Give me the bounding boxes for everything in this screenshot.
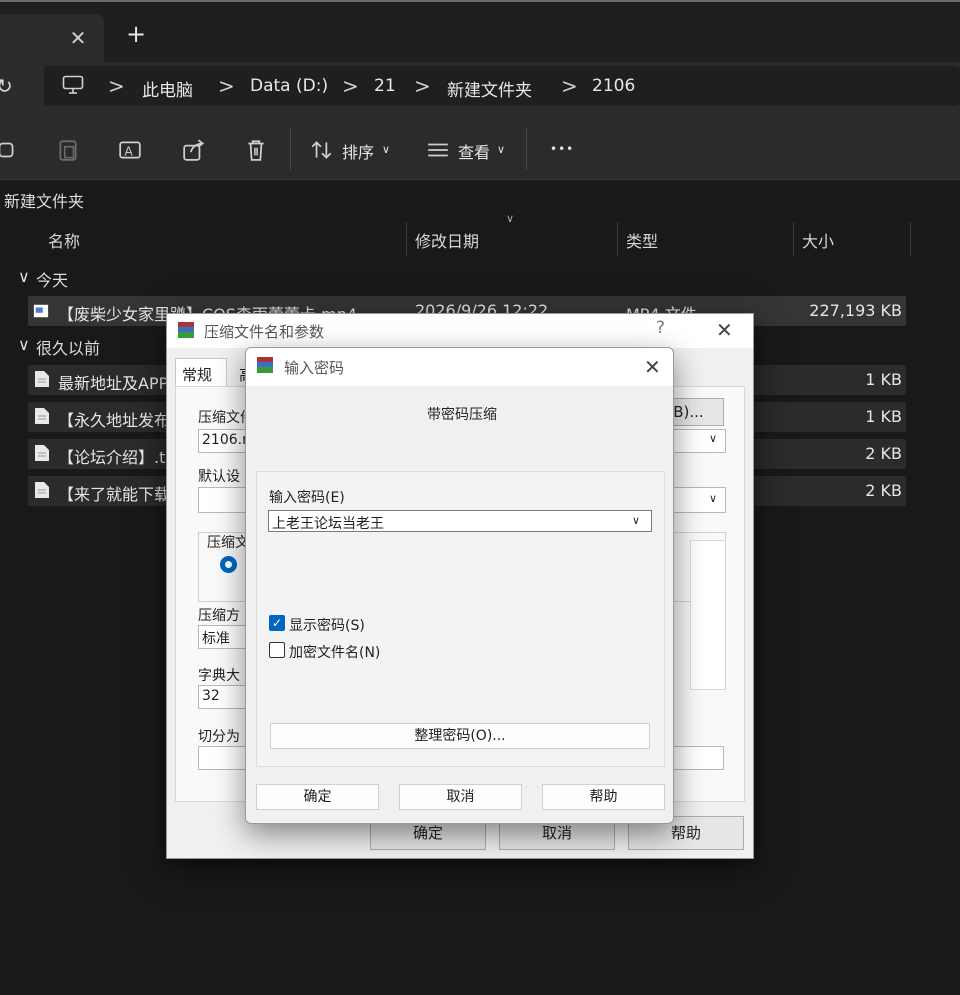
group-chevron-icon[interactable]: ∨ [18,335,30,354]
chevron-down-icon[interactable]: ∨ [709,432,717,445]
file-name[interactable]: 【来了就能下载 [58,481,170,505]
chevron-right-icon: > [218,74,235,98]
delete-icon[interactable] [244,138,268,162]
format-rar-radio[interactable] [220,556,237,573]
text-file-icon [35,371,49,387]
column-header-size[interactable]: 大小 [802,228,834,252]
password-value: 上老王论坛当老王 [272,516,384,532]
breadcrumb-item-new-folder[interactable]: 新建文件夹 [447,76,532,101]
sort-button[interactable]: 排序 [342,139,374,163]
column-divider[interactable] [793,222,794,256]
view-button[interactable]: 查看 [458,139,490,163]
default-settings-label: 默认设 [198,469,240,485]
file-name[interactable]: 【论坛介绍】.t [58,444,165,468]
help-button[interactable]: 帮助 [542,784,665,810]
computer-icon[interactable] [62,75,84,95]
column-divider[interactable] [406,222,407,256]
compression-method-label: 压缩方 [198,608,240,624]
breadcrumb-item-21[interactable]: 21 [374,76,396,96]
dialog-heading: 带密码压缩 [427,407,497,423]
column-divider[interactable] [617,222,618,256]
file-size: 1 KB [865,407,902,426]
column-header-name[interactable]: 名称 [48,228,80,252]
file-name[interactable]: 【永久地址发布 [58,407,170,431]
paste-icon[interactable] [56,138,80,162]
file-size: 1 KB [865,370,902,389]
chevron-right-icon: > [414,74,431,98]
options-list[interactable] [690,540,726,690]
toolbar-divider [526,128,527,170]
winrar-icon [178,322,194,338]
sort-icon[interactable] [310,138,334,162]
new-tab-icon[interactable]: + [122,20,150,48]
text-file-icon [35,445,49,461]
chevron-right-icon: > [561,74,578,98]
chevron-right-icon: > [108,74,125,98]
dialog-title: 压缩文件名和参数 [204,323,325,341]
video-file-icon [33,304,49,318]
close-icon[interactable]: ✕ [716,318,733,342]
winrar-icon [257,357,273,373]
file-size: 2 KB [865,444,902,463]
archive-name-value: 2106.r [202,432,248,448]
group-header-long-ago[interactable]: 很久以前 [36,335,100,359]
text-file-icon [35,482,49,498]
current-folder-label: 新建文件夹 [4,192,85,211]
chevron-down-icon[interactable]: ∨ [632,514,640,527]
split-volumes-label: 切分为 [198,729,240,745]
help-icon[interactable]: ? [656,318,665,338]
breadcrumb-item-2106[interactable]: 2106 [592,76,635,96]
file-size: 227,193 KB [809,301,902,320]
show-password-checkbox[interactable]: ✓ [269,615,285,631]
chevron-down-icon[interactable]: ∨ [709,492,717,505]
toolbar-divider [290,128,291,170]
group-header-today[interactable]: 今天 [36,267,68,291]
breadcrumb-item-drive[interactable]: Data (D:) [250,76,328,96]
more-options-icon[interactable]: ••• [550,142,574,156]
tab-general-label[interactable]: 常规 [182,364,212,385]
rename-icon[interactable]: A [118,138,142,162]
file-name[interactable]: 最新地址及APP [58,370,168,394]
text-file-icon [35,408,49,424]
breadcrumb-item-this-pc[interactable]: 此电脑 [142,76,193,101]
sort-indicator-icon: ∨ [506,212,515,225]
split-units-select[interactable] [667,746,724,770]
format-label: 压缩文 [207,535,249,551]
refresh-icon[interactable]: ↻ [0,74,20,98]
chevron-down-icon: ∨ [497,143,506,156]
column-header-modified[interactable]: 修改日期 [415,228,479,252]
encrypt-filenames-label[interactable]: 加密文件名(N) [289,642,380,662]
password-label: 输入密码(E) [269,490,345,506]
show-password-label[interactable]: 显示密码(S) [289,615,365,635]
view-icon[interactable] [426,138,450,162]
chevron-down-icon: ∨ [382,143,391,156]
password-dialog: 输入密码 ✕ 带密码压缩 输入密码(E) 上老王论坛当老王 ∨ ✓ 显示密码(S… [245,347,674,824]
compression-method-value: 标准 [202,631,230,647]
chevron-right-icon: > [342,74,359,98]
close-tab-icon[interactable]: ✕ [64,24,92,52]
ok-button[interactable]: 确定 [256,784,379,810]
file-size: 2 KB [865,481,902,500]
close-icon[interactable]: ✕ [644,355,661,379]
column-divider[interactable] [910,222,911,256]
share-icon[interactable] [182,138,206,162]
dictionary-size-label: 字典大 [198,668,240,684]
column-header-type[interactable]: 类型 [626,228,658,252]
dialog-title: 输入密码 [284,359,345,377]
copy-icon[interactable] [0,138,18,162]
dictionary-size-value: 32 [202,688,220,704]
organize-passwords-button[interactable]: 整理密码(O)... [270,723,650,749]
cancel-button[interactable]: 取消 [399,784,522,810]
group-chevron-icon[interactable]: ∨ [18,267,30,286]
svg-text:A: A [125,144,134,158]
encrypt-filenames-checkbox[interactable] [269,642,285,658]
